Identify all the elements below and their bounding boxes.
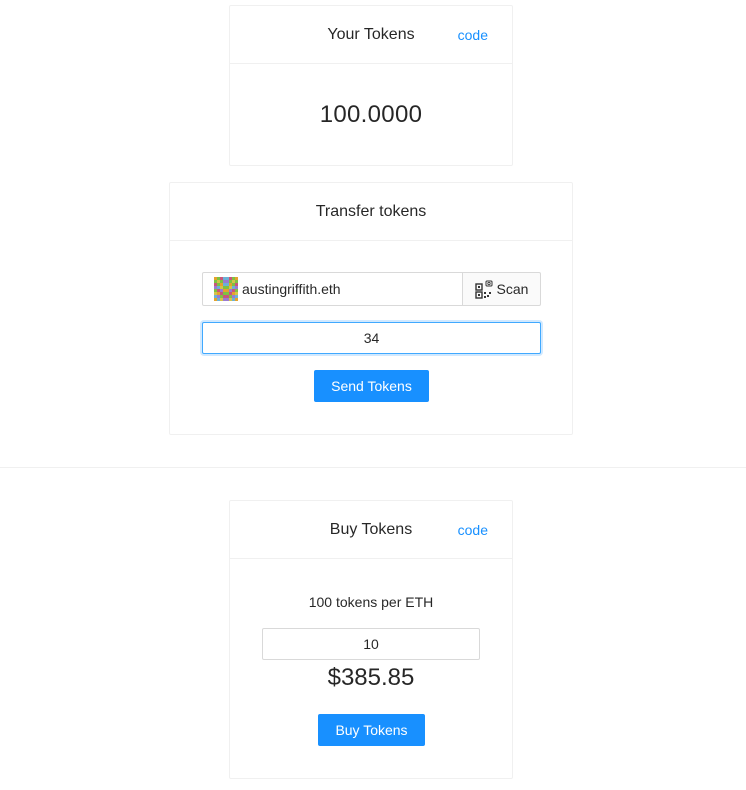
balance-code-link[interactable]: code xyxy=(458,6,488,64)
transfer-amount-input[interactable]: 34 xyxy=(202,322,541,354)
scan-label: Scan xyxy=(496,281,529,297)
your-tokens-card-body: 100.0000 xyxy=(230,64,512,165)
qr-scan-icon xyxy=(474,280,493,299)
transfer-title: Transfer tokens xyxy=(315,202,427,220)
price-value: $385.85 xyxy=(327,664,415,691)
eth-amount-input[interactable]: 10 xyxy=(262,628,480,660)
buy-card-header: Buy Tokens code xyxy=(230,501,512,559)
scan-button[interactable]: Scan xyxy=(463,272,541,306)
transfer-tokens-card: Transfer tokens austingriffith.eth Scan … xyxy=(169,182,573,435)
your-tokens-title: Your Tokens xyxy=(327,25,415,43)
your-tokens-card-header: Your Tokens code xyxy=(230,6,512,64)
address-input-group: austingriffith.eth Scan xyxy=(202,272,541,306)
your-tokens-card: Your Tokens code 100.0000 xyxy=(229,5,513,166)
buy-tokens-title: Buy Tokens xyxy=(329,520,413,538)
blockie-avatar-icon xyxy=(214,277,238,301)
send-tokens-button[interactable]: Send Tokens xyxy=(314,370,429,402)
transfer-card-header: Transfer tokens xyxy=(170,183,572,241)
address-input[interactable]: austingriffith.eth xyxy=(202,272,463,306)
buy-tokens-card: Buy Tokens code 100 tokens per ETH 10 $3… xyxy=(229,500,513,779)
token-rate-text: 100 tokens per ETH xyxy=(308,594,434,610)
address-value: austingriffith.eth xyxy=(242,281,341,297)
section-divider xyxy=(0,467,746,468)
token-balance: 100.0000 xyxy=(319,100,423,128)
buy-code-link[interactable]: code xyxy=(458,501,488,559)
buy-tokens-button[interactable]: Buy Tokens xyxy=(318,714,425,746)
